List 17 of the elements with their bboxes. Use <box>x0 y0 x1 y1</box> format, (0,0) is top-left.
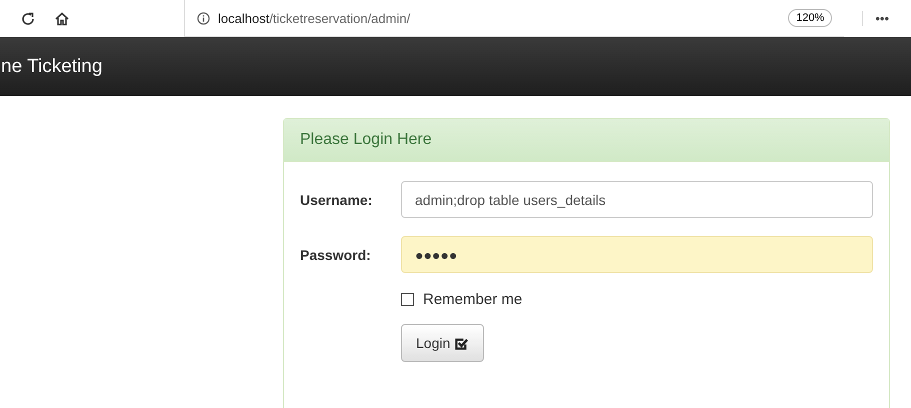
login-button[interactable]: Login <box>401 324 484 362</box>
panel-title: Please Login Here <box>300 131 432 148</box>
home-icon[interactable] <box>54 10 70 26</box>
info-icon[interactable] <box>197 12 210 24</box>
input-field[interactable]: ●●●●● <box>401 236 873 273</box>
remember-label[interactable]: Remember me <box>423 291 522 308</box>
field-label: Username: <box>300 192 374 208</box>
field-label: Password: <box>300 246 372 262</box>
brand-title[interactable]: ne Ticketing <box>1 56 102 78</box>
url-host: localhost <box>218 10 270 26</box>
url-path: /ticketreservation/admin/ <box>269 10 410 26</box>
input-field[interactable]: admin;drop table users_details <box>401 181 873 218</box>
more-menu[interactable]: ••• <box>862 11 911 26</box>
reload-icon[interactable] <box>20 10 36 26</box>
checkbox[interactable] <box>401 293 414 306</box>
zoom-badge[interactable]: 120% <box>788 9 832 27</box>
check-icon <box>454 336 470 350</box>
